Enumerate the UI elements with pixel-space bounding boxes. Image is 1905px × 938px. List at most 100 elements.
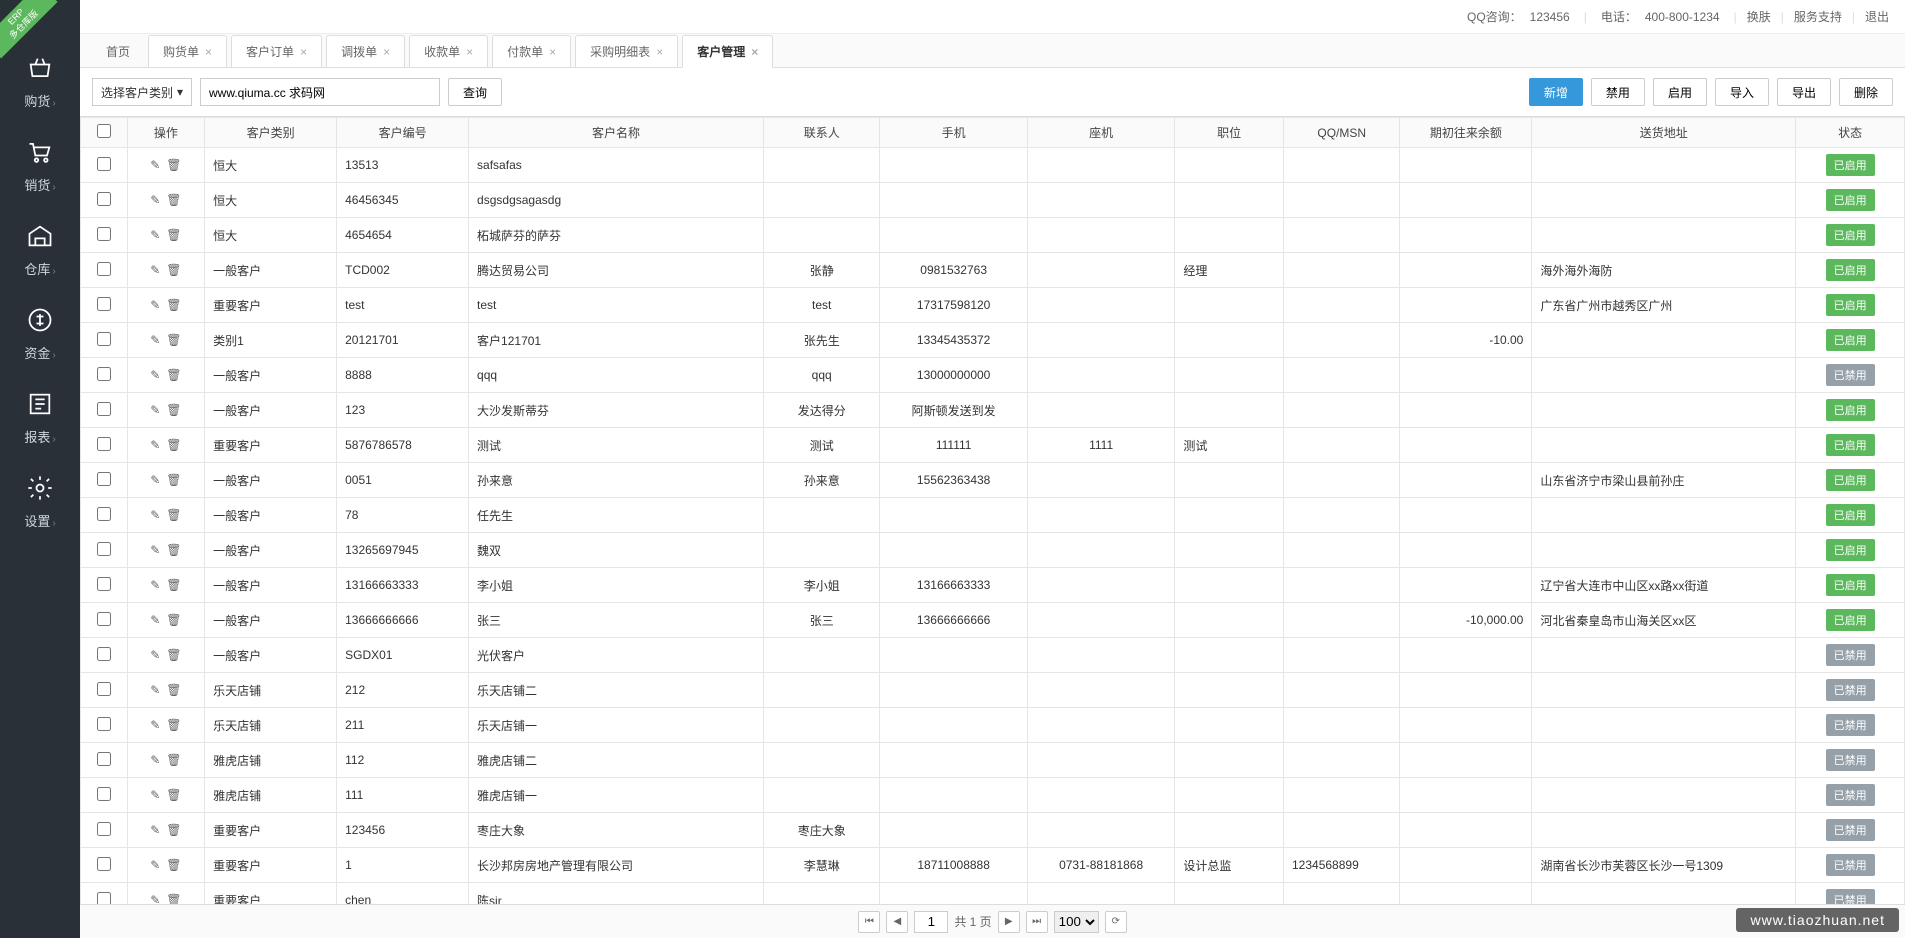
row-checkbox[interactable] xyxy=(97,717,111,731)
edit-icon[interactable]: ✎ xyxy=(150,788,160,802)
support-link[interactable]: 服务支持 xyxy=(1794,8,1842,25)
row-checkbox[interactable] xyxy=(97,402,111,416)
table-container[interactable]: 操作 客户类别 客户编号 客户名称 联系人 手机 座机 职位 QQ/MSN 期初… xyxy=(80,116,1905,904)
tab-4[interactable]: 收款单× xyxy=(409,35,488,67)
row-checkbox[interactable] xyxy=(97,682,111,696)
edit-icon[interactable]: ✎ xyxy=(150,333,160,347)
row-checkbox[interactable] xyxy=(97,857,111,871)
row-checkbox[interactable] xyxy=(97,227,111,241)
edit-icon[interactable]: ✎ xyxy=(150,578,160,592)
close-icon[interactable]: × xyxy=(751,45,758,59)
delete-icon[interactable]: 🗑 xyxy=(166,613,181,627)
edit-icon[interactable]: ✎ xyxy=(150,823,160,837)
row-checkbox[interactable] xyxy=(97,647,111,661)
sidebar-item-warehouse[interactable]: 仓库› xyxy=(0,208,80,292)
delete-icon[interactable]: 🗑 xyxy=(166,403,181,417)
edit-icon[interactable]: ✎ xyxy=(150,368,160,382)
close-icon[interactable]: × xyxy=(466,45,473,59)
logout-link[interactable]: 退出 xyxy=(1865,8,1889,25)
export-button[interactable]: 导出 xyxy=(1777,78,1831,106)
prev-page-button[interactable]: ◀ xyxy=(886,911,908,933)
row-checkbox[interactable] xyxy=(97,192,111,206)
row-checkbox[interactable] xyxy=(97,262,111,276)
tab-1[interactable]: 购货单× xyxy=(148,35,227,67)
edit-icon[interactable]: ✎ xyxy=(150,263,160,277)
edit-icon[interactable]: ✎ xyxy=(150,228,160,242)
edit-icon[interactable]: ✎ xyxy=(150,753,160,767)
delete-icon[interactable]: 🗑 xyxy=(166,193,181,207)
import-button[interactable]: 导入 xyxy=(1715,78,1769,106)
row-checkbox[interactable] xyxy=(97,822,111,836)
category-select[interactable]: 选择客户类别▾ xyxy=(92,78,192,106)
sidebar-item-money[interactable]: 资金› xyxy=(0,292,80,376)
close-icon[interactable]: × xyxy=(383,45,390,59)
row-checkbox[interactable] xyxy=(97,787,111,801)
row-checkbox[interactable] xyxy=(97,577,111,591)
sidebar-item-gear[interactable]: 设置› xyxy=(0,460,80,544)
edit-icon[interactable]: ✎ xyxy=(150,298,160,312)
page-input[interactable] xyxy=(914,911,948,933)
delete-icon[interactable]: 🗑 xyxy=(166,893,181,904)
delete-icon[interactable]: 🗑 xyxy=(166,788,181,802)
delete-button[interactable]: 删除 xyxy=(1839,78,1893,106)
edit-icon[interactable]: ✎ xyxy=(150,683,160,697)
row-checkbox[interactable] xyxy=(97,332,111,346)
row-checkbox[interactable] xyxy=(97,367,111,381)
row-checkbox[interactable] xyxy=(97,472,111,486)
tab-2[interactable]: 客户订单× xyxy=(231,35,322,67)
row-checkbox[interactable] xyxy=(97,892,111,905)
add-button[interactable]: 新增 xyxy=(1529,78,1583,106)
close-icon[interactable]: × xyxy=(656,45,663,59)
page-size-select[interactable]: 100 xyxy=(1054,911,1099,933)
edit-icon[interactable]: ✎ xyxy=(150,193,160,207)
delete-icon[interactable]: 🗑 xyxy=(166,858,181,872)
edit-icon[interactable]: ✎ xyxy=(150,893,160,904)
tab-7[interactable]: 客户管理× xyxy=(682,35,773,68)
close-icon[interactable]: × xyxy=(205,45,212,59)
close-icon[interactable]: × xyxy=(300,45,307,59)
tab-5[interactable]: 付款单× xyxy=(492,35,571,67)
edit-icon[interactable]: ✎ xyxy=(150,543,160,557)
tab-0[interactable]: 首页 xyxy=(92,36,144,67)
delete-icon[interactable]: 🗑 xyxy=(166,473,181,487)
next-page-button[interactable]: ▶ xyxy=(998,911,1020,933)
row-checkbox[interactable] xyxy=(97,542,111,556)
delete-icon[interactable]: 🗑 xyxy=(166,158,181,172)
row-checkbox[interactable] xyxy=(97,612,111,626)
edit-icon[interactable]: ✎ xyxy=(150,613,160,627)
delete-icon[interactable]: 🗑 xyxy=(166,333,181,347)
tab-3[interactable]: 调拨单× xyxy=(326,35,405,67)
edit-icon[interactable]: ✎ xyxy=(150,473,160,487)
delete-icon[interactable]: 🗑 xyxy=(166,228,181,242)
delete-icon[interactable]: 🗑 xyxy=(166,753,181,767)
delete-icon[interactable]: 🗑 xyxy=(166,368,181,382)
edit-icon[interactable]: ✎ xyxy=(150,508,160,522)
delete-icon[interactable]: 🗑 xyxy=(166,508,181,522)
edit-icon[interactable]: ✎ xyxy=(150,438,160,452)
delete-icon[interactable]: 🗑 xyxy=(166,823,181,837)
skin-link[interactable]: 换肤 xyxy=(1747,8,1771,25)
enable-button[interactable]: 启用 xyxy=(1653,78,1707,106)
row-checkbox[interactable] xyxy=(97,297,111,311)
sidebar-item-report[interactable]: 报表› xyxy=(0,376,80,460)
edit-icon[interactable]: ✎ xyxy=(150,648,160,662)
delete-icon[interactable]: 🗑 xyxy=(166,648,181,662)
select-all-checkbox[interactable] xyxy=(97,124,111,138)
row-checkbox[interactable] xyxy=(97,752,111,766)
search-input[interactable] xyxy=(200,78,440,106)
delete-icon[interactable]: 🗑 xyxy=(166,298,181,312)
search-button[interactable]: 查询 xyxy=(448,78,502,106)
row-checkbox[interactable] xyxy=(97,507,111,521)
delete-icon[interactable]: 🗑 xyxy=(166,543,181,557)
delete-icon[interactable]: 🗑 xyxy=(166,438,181,452)
last-page-button[interactable]: ⏭ xyxy=(1026,911,1048,933)
row-checkbox[interactable] xyxy=(97,157,111,171)
disable-button[interactable]: 禁用 xyxy=(1591,78,1645,106)
edit-icon[interactable]: ✎ xyxy=(150,158,160,172)
refresh-button[interactable]: ⟳ xyxy=(1105,911,1127,933)
edit-icon[interactable]: ✎ xyxy=(150,403,160,417)
edit-icon[interactable]: ✎ xyxy=(150,858,160,872)
row-checkbox[interactable] xyxy=(97,437,111,451)
close-icon[interactable]: × xyxy=(549,45,556,59)
delete-icon[interactable]: 🗑 xyxy=(166,718,181,732)
